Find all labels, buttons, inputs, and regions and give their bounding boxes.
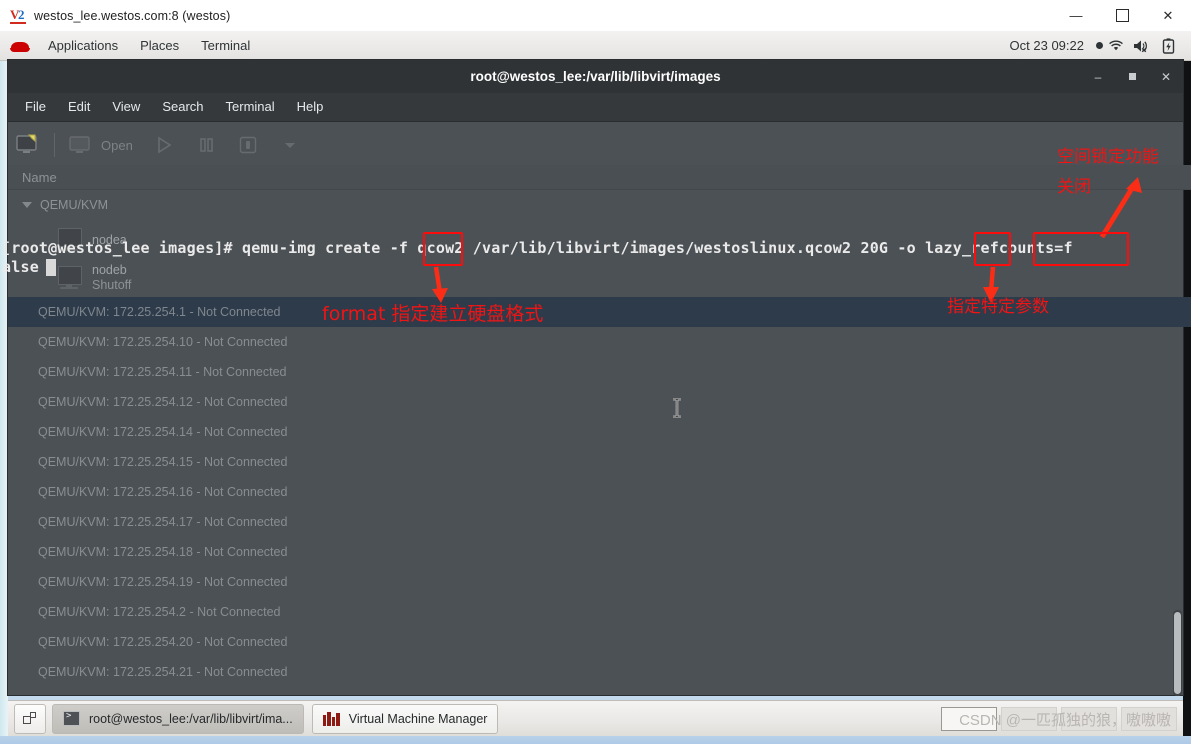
- terminal-window-title: root@westos_lee:/var/lib/libvirt/images: [470, 69, 721, 84]
- vmm-connection-row[interactable]: QEMU/KVM: 172.25.254.19 - Not Connected: [8, 567, 1191, 597]
- vmm-connection-row[interactable]: QEMU/KVM: 172.25.254.21 - Not Connected: [8, 657, 1191, 687]
- desktop-bottom-edge: [0, 736, 1191, 744]
- vmm-connection-row[interactable]: QEMU/KVM: 172.25.254.16 - Not Connected: [8, 477, 1191, 507]
- vnc-viewer-icon: V2: [10, 6, 26, 24]
- notification-dot-icon: [1096, 42, 1103, 49]
- text-cursor-icon: [673, 398, 681, 418]
- annotation-arrow-space-lock: [1099, 177, 1142, 239]
- vmm-connection-row[interactable]: QEMU/KVM: 172.25.254.14 - Not Connected: [8, 417, 1191, 447]
- vmm-connection-label: QEMU/KVM: 172.25.254.19 - Not Connected: [38, 575, 288, 589]
- terminal-menu-edit[interactable]: Edit: [57, 93, 101, 121]
- terminal-menu-file[interactable]: File: [14, 93, 57, 121]
- vnc-window-titlebar: V2 westos_lee.westos.com:8 (westos) — ✕: [0, 0, 1191, 32]
- vmm-connection-label: QEMU/KVM: 172.25.254.15 - Not Connected: [38, 455, 288, 469]
- vmm-connection-row[interactable]: QEMU/KVM: 172.25.254.2 - Not Connected: [8, 597, 1191, 627]
- taskbar-item-label: Virtual Machine Manager: [348, 711, 488, 726]
- vmm-connection-row[interactable]: QEMU/KVM: 172.25.254.11 - Not Connected: [8, 357, 1191, 387]
- panel-status-area: Oct 23 09:22: [1004, 31, 1191, 60]
- vmm-connection-label: QEMU/KVM: 172.25.254.2 - Not Connected: [38, 605, 281, 619]
- terminal-icon: [63, 711, 80, 726]
- terminal-titlebar: root@westos_lee:/var/lib/libvirt/images …: [8, 60, 1183, 93]
- panel-menu-terminal[interactable]: Terminal: [190, 31, 261, 60]
- vmm-connection-label: QEMU/KVM: 172.25.254.20 - Not Connected: [38, 635, 288, 649]
- volume-muted-icon[interactable]: [1129, 31, 1155, 60]
- vmm-connection-label: QEMU/KVM: 172.25.254.14 - Not Connected: [38, 425, 288, 439]
- vmm-connection-label: QEMU/KVM: 172.25.254.10 - Not Connected: [38, 335, 288, 349]
- wifi-icon[interactable]: [1103, 31, 1129, 60]
- vmm-connection-row[interactable]: QEMU/KVM: 172.25.254.17 - Not Connected: [8, 507, 1191, 537]
- battery-charging-icon[interactable]: [1155, 31, 1181, 60]
- annotation-format-label: format 指定建立硬盘格式: [322, 303, 544, 325]
- annotation-space-lock-line2: 关闭: [1057, 177, 1091, 197]
- vnc-minimize-button[interactable]: —: [1053, 0, 1099, 31]
- vmm-connection-label: QEMU/KVM: 172.25.254.18 - Not Connected: [38, 545, 288, 559]
- vmm-icon: [322, 711, 340, 726]
- terminal-maximize-button[interactable]: [1115, 60, 1149, 93]
- annotation-box-lazy-refcounts: [1033, 232, 1129, 266]
- panel-menu-places[interactable]: Places: [129, 31, 190, 60]
- panel-clock[interactable]: Oct 23 09:22: [1004, 38, 1090, 53]
- vmm-connection-label: QEMU/KVM: 172.25.254.21 - Not Connected: [38, 665, 288, 679]
- terminal-minimize-button[interactable]: –: [1081, 60, 1115, 93]
- vmm-connection-row[interactable]: QEMU/KVM: 172.25.254.18 - Not Connected: [8, 537, 1191, 567]
- annotation-box-o-flag: [974, 232, 1011, 266]
- annotation-parameter-label: 指定特定参数: [947, 297, 1049, 317]
- vmm-connection-label: QEMU/KVM: 172.25.254.17 - Not Connected: [38, 515, 288, 529]
- annotation-space-lock-line1: 空间锁定功能: [1057, 147, 1159, 167]
- annotation-box-format-flag: [423, 232, 463, 266]
- vmm-connection-label: QEMU/KVM: 172.25.254.16 - Not Connected: [38, 485, 288, 499]
- vmm-connection-label: QEMU/KVM: 172.25.254.12 - Not Connected: [38, 395, 288, 409]
- terminal-menu-terminal[interactable]: Terminal: [215, 93, 286, 121]
- screen-root: V2 westos_lee.westos.com:8 (westos) — ✕ …: [0, 0, 1191, 744]
- vmm-scrollbar-track[interactable]: [1173, 610, 1182, 696]
- terminal-window-controls: – ✕: [1081, 60, 1183, 93]
- panel-menu-applications[interactable]: Applications: [37, 31, 129, 60]
- taskbar-item-label: root@westos_lee:/var/lib/libvirt/ima...: [89, 711, 293, 726]
- terminal-close-button[interactable]: ✕: [1149, 60, 1183, 93]
- csdn-watermark: CSDN @一匹孤独的狼，嗷嗷嗷: [959, 712, 1171, 729]
- vmm-connection-label: QEMU/KVM: 172.25.254.1 - Not Connected: [38, 305, 281, 319]
- gnome-top-panel: Applications Places Terminal Oct 23 09:2…: [0, 31, 1191, 61]
- vmm-connection-row[interactable]: QEMU/KVM: 172.25.254.20 - Not Connected: [8, 627, 1191, 657]
- vnc-close-button[interactable]: ✕: [1145, 0, 1191, 31]
- redhat-logo-icon: [10, 39, 30, 53]
- desktop-left-edge: [0, 60, 8, 736]
- vmm-connection-label: QEMU/KVM: 172.25.254.11 - Not Connected: [38, 365, 287, 379]
- terminal-menu-view[interactable]: View: [101, 93, 151, 121]
- vmm-connection-row[interactable]: QEMU/KVM: 172.25.254.12 - Not Connected: [8, 387, 1191, 417]
- taskbar-item-virt-manager[interactable]: Virtual Machine Manager: [311, 703, 499, 734]
- terminal-menubar: File Edit View Search Terminal Help: [8, 93, 1183, 122]
- vnc-window-controls: — ✕: [1053, 0, 1191, 31]
- terminal-menu-help[interactable]: Help: [286, 93, 335, 121]
- vnc-maximize-button[interactable]: [1099, 0, 1145, 31]
- vmm-scrollbar-thumb[interactable]: [1174, 612, 1181, 694]
- terminal-menu-search[interactable]: Search: [151, 93, 214, 121]
- taskbar-item-terminal[interactable]: root@westos_lee:/var/lib/libvirt/ima...: [52, 703, 304, 734]
- vmm-connection-row[interactable]: QEMU/KVM: 172.25.254.15 - Not Connected: [8, 447, 1191, 477]
- vnc-window-title: westos_lee.westos.com:8 (westos): [34, 8, 231, 23]
- vmm-connection-row[interactable]: QEMU/KVM: 172.25.254.10 - Not Connected: [8, 327, 1191, 357]
- show-desktop-icon[interactable]: [14, 703, 46, 734]
